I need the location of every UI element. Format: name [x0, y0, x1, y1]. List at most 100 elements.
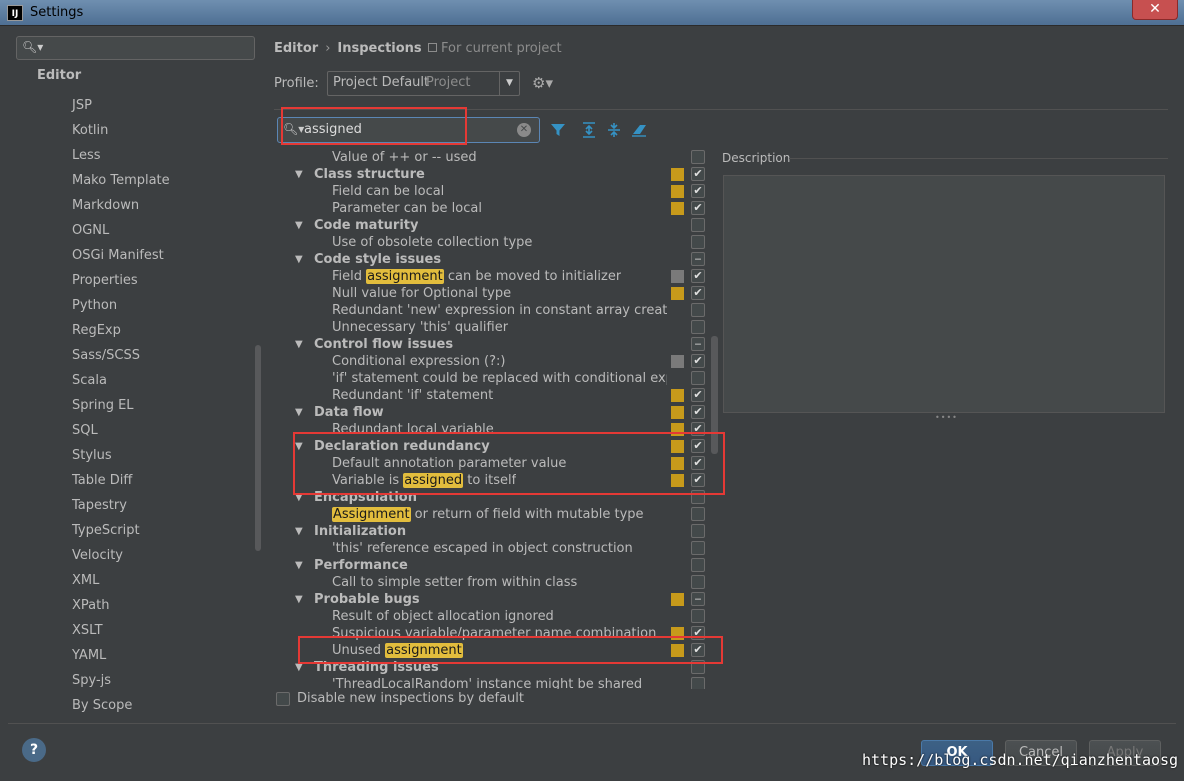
- tree-group[interactable]: ▼ Initialization: [275, 523, 719, 540]
- sidebar-search-input[interactable]: 🔍︎▾: [16, 36, 255, 60]
- expand-arrow-icon[interactable]: ▼: [295, 336, 303, 353]
- inspection-checkbox[interactable]: ✔: [691, 405, 705, 419]
- sidebar-item[interactable]: Table Diff: [72, 472, 170, 497]
- annotation-box-search: [281, 107, 467, 145]
- sidebar-item[interactable]: JSP: [72, 97, 170, 122]
- tree-group[interactable]: ▼ Probable bugs ‒: [275, 591, 719, 608]
- collapse-all-icon[interactable]: [605, 121, 623, 139]
- inspection-checkbox[interactable]: [691, 235, 705, 249]
- tree-item[interactable]: Use of obsolete collection type: [275, 234, 719, 251]
- tree-item[interactable]: Call to simple setter from within class: [275, 574, 719, 591]
- tree-group[interactable]: ▼ Control flow issues ‒: [275, 336, 719, 353]
- tree-group[interactable]: ▼ Data flow ✔: [275, 404, 719, 421]
- inspection-checkbox[interactable]: [691, 677, 705, 689]
- inspection-checkbox[interactable]: ✔: [691, 286, 705, 300]
- inspection-checkbox[interactable]: ‒: [691, 592, 705, 606]
- tree-item[interactable]: Redundant 'if' statement ✔: [275, 387, 719, 404]
- sidebar-item[interactable]: TypeScript: [72, 522, 170, 547]
- sidebar-item[interactable]: RegExp: [72, 322, 170, 347]
- sidebar-item[interactable]: By Scope: [72, 697, 170, 722]
- sidebar-item[interactable]: OSGi Manifest: [72, 247, 170, 272]
- inspection-checkbox[interactable]: [691, 558, 705, 572]
- sidebar-item[interactable]: Tapestry: [72, 497, 170, 522]
- gear-icon[interactable]: ⚙▾: [532, 74, 553, 92]
- tree-item[interactable]: Redundant 'new' expression in constant a…: [275, 302, 719, 319]
- expand-arrow-icon[interactable]: ▼: [295, 217, 303, 234]
- profile-dropdown[interactable]: Project Default Project ▼: [327, 71, 520, 96]
- inspection-checkbox[interactable]: ✔: [691, 201, 705, 215]
- inspection-checkbox[interactable]: [691, 524, 705, 538]
- help-button[interactable]: ?: [22, 738, 46, 762]
- expand-all-icon[interactable]: [580, 121, 598, 139]
- inspection-checkbox[interactable]: [691, 507, 705, 521]
- sidebar-item[interactable]: Sass/SCSS: [72, 347, 170, 372]
- sidebar-item[interactable]: Mako Template: [72, 172, 170, 197]
- sidebar-item[interactable]: Kotlin: [72, 122, 170, 147]
- inspection-checkbox[interactable]: ✔: [691, 167, 705, 181]
- sidebar-item[interactable]: Markdown: [72, 197, 170, 222]
- disable-new-inspections-label[interactable]: Disable new inspections by default: [297, 691, 524, 706]
- sidebar-item[interactable]: Less: [72, 147, 170, 172]
- tree-item[interactable]: Conditional expression (?:) ✔: [275, 353, 719, 370]
- expand-arrow-icon[interactable]: ▼: [295, 404, 303, 421]
- sidebar-item[interactable]: SQL: [72, 422, 170, 447]
- tree-item[interactable]: 'ThreadLocalRandom' instance might be sh…: [275, 676, 719, 689]
- tree-label: Performance: [314, 558, 408, 573]
- inspection-checkbox[interactable]: ✔: [691, 184, 705, 198]
- sidebar-item[interactable]: Python: [72, 297, 170, 322]
- inspection-checkbox[interactable]: ✔: [691, 269, 705, 283]
- tree-item[interactable]: Result of object allocation ignored: [275, 608, 719, 625]
- inspection-checkbox[interactable]: [691, 150, 705, 164]
- sidebar-item[interactable]: Scala: [72, 372, 170, 397]
- sidebar-scrollbar[interactable]: [255, 345, 261, 551]
- inspection-checkbox[interactable]: ‒: [691, 252, 705, 266]
- sidebar-item[interactable]: Spy-js: [72, 672, 170, 697]
- sidebar-item[interactable]: YAML: [72, 647, 170, 672]
- sidebar-item[interactable]: Properties: [72, 272, 170, 297]
- expand-arrow-icon[interactable]: ▼: [295, 251, 303, 268]
- inspection-checkbox[interactable]: ✔: [691, 388, 705, 402]
- disable-new-inspections-checkbox[interactable]: [276, 692, 290, 706]
- tree-item[interactable]: Assignment or return of field with mutab…: [275, 506, 719, 523]
- expand-arrow-icon[interactable]: ▼: [295, 557, 303, 574]
- tree-item[interactable]: Parameter can be local ✔: [275, 200, 719, 217]
- inspection-checkbox[interactable]: [691, 541, 705, 555]
- tree-group[interactable]: ▼ Code maturity: [275, 217, 719, 234]
- tree-group[interactable]: ▼ Performance: [275, 557, 719, 574]
- resize-grip-icon[interactable]: ••••: [935, 413, 958, 422]
- inspection-checkbox[interactable]: [691, 218, 705, 232]
- sidebar-item[interactable]: XML: [72, 572, 170, 597]
- close-button[interactable]: ✕: [1132, 0, 1178, 20]
- inspection-checkbox[interactable]: ✔: [691, 354, 705, 368]
- filter-icon[interactable]: [549, 121, 567, 139]
- expand-arrow-icon[interactable]: ▼: [295, 591, 303, 608]
- clear-icon[interactable]: ✕: [517, 123, 531, 137]
- reset-eraser-icon[interactable]: [630, 121, 648, 139]
- tree-group[interactable]: ▼ Class structure ✔: [275, 166, 719, 183]
- sidebar-item[interactable]: Stylus: [72, 447, 170, 472]
- severity-indicator: [671, 168, 684, 181]
- sidebar-item[interactable]: XPath: [72, 597, 170, 622]
- breadcrumb-editor[interactable]: Editor: [274, 41, 318, 56]
- sidebar-item[interactable]: OGNL: [72, 222, 170, 247]
- tree-item[interactable]: Field can be local ✔: [275, 183, 719, 200]
- tree-group[interactable]: ▼ Code style issues ‒: [275, 251, 719, 268]
- tree-item[interactable]: Unnecessary 'this' qualifier: [275, 319, 719, 336]
- tree-item[interactable]: Null value for Optional type ✔: [275, 285, 719, 302]
- tree-item[interactable]: 'this' reference escaped in object const…: [275, 540, 719, 557]
- inspection-checkbox[interactable]: [691, 575, 705, 589]
- inspection-checkbox[interactable]: ‒: [691, 337, 705, 351]
- sidebar-item[interactable]: XSLT: [72, 622, 170, 647]
- sidebar-section-editor[interactable]: Editor: [37, 68, 81, 83]
- sidebar-item[interactable]: Spring EL: [72, 397, 170, 422]
- tree-item[interactable]: Value of ++ or -- used: [275, 149, 719, 166]
- sidebar-item[interactable]: Velocity: [72, 547, 170, 572]
- inspection-checkbox[interactable]: [691, 303, 705, 317]
- expand-arrow-icon[interactable]: ▼: [295, 523, 303, 540]
- expand-arrow-icon[interactable]: ▼: [295, 166, 303, 183]
- inspection-checkbox[interactable]: [691, 609, 705, 623]
- tree-item[interactable]: Field assignment can be moved to initial…: [275, 268, 719, 285]
- inspection-checkbox[interactable]: [691, 371, 705, 385]
- tree-item[interactable]: 'if' statement could be replaced with co…: [275, 370, 719, 387]
- inspection-checkbox[interactable]: [691, 320, 705, 334]
